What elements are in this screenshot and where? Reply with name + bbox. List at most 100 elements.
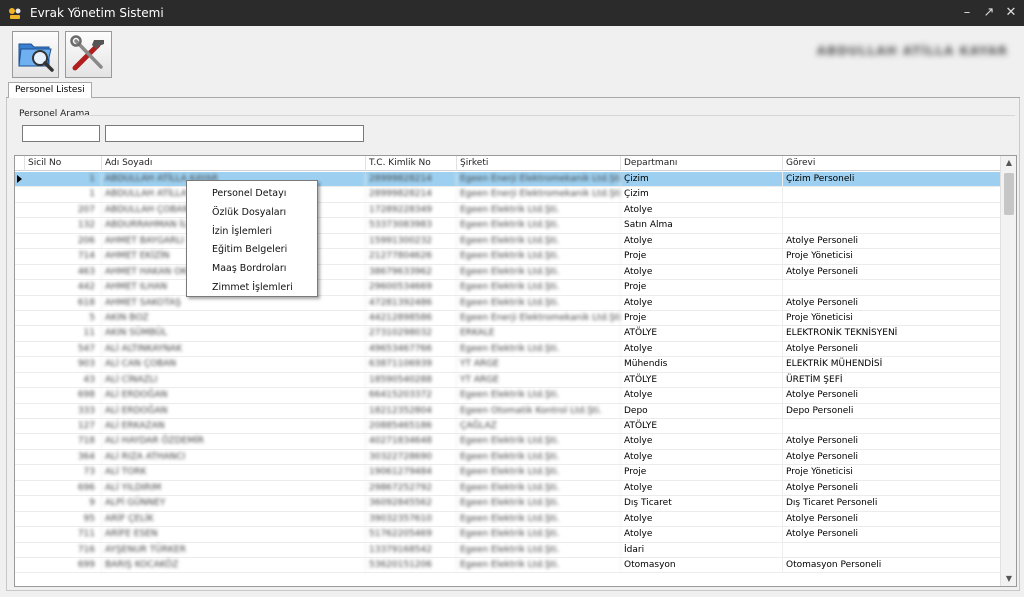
cell-dept[interactable]: Atolye <box>621 233 783 249</box>
cell-gorev[interactable]: ELEKTRİK MÜHENDİSİ <box>783 357 1001 373</box>
cell-ad[interactable]: ALİ RIZA ATHANCI <box>102 449 366 465</box>
cell-sirket[interactable]: Egeen Enerji Elektromekanik Ltd.Şti. <box>457 172 621 187</box>
cell-gorev[interactable] <box>783 419 1001 434</box>
cell-dept[interactable]: Atolye <box>621 434 783 450</box>
cell-sicil[interactable]: 43 <box>25 372 102 388</box>
cell-sirket[interactable]: YT ARGE <box>457 357 621 373</box>
table-row[interactable]: 43 ALİ CİNAZLI 18590540288 YT ARGE ATÖLYE ÜRE… <box>15 372 1001 389</box>
cell-ad[interactable]: ALİ TORK <box>102 465 366 481</box>
cell-sicil[interactable]: 618 <box>25 295 102 311</box>
table-row[interactable]: 11 AKIN SÜMBÜL 27310298032 ERKALE ATÖLYE ELEK… <box>15 326 1001 342</box>
cell-tc[interactable]: 63871106939 <box>366 357 457 373</box>
cell-sirket[interactable]: Egeen Elektrik Ltd.Şti. <box>457 280 621 296</box>
table-row[interactable]: 132 ABDURRAHMAN İLÇİN 53373083983 Egeen Ele… <box>15 218 1001 234</box>
cell-gorev[interactable]: ELEKTRONİK TEKNİSYENİ <box>783 326 1001 342</box>
cell-sicil[interactable]: 207 <box>25 202 102 218</box>
cell-dept[interactable]: Atolye <box>621 264 783 280</box>
cell-dept[interactable]: Otomasyon <box>621 557 783 573</box>
table-row[interactable]: 699 BARIŞ KOCAKÖZ 53620151206 Egeen Elektri… <box>15 557 1001 574</box>
cell-tc[interactable]: 13379168542 <box>366 542 457 558</box>
cell-tc[interactable]: 40271834648 <box>366 434 457 450</box>
cell-gorev[interactable]: Atolye Personeli <box>783 388 1001 404</box>
cell-dept[interactable]: Atolye <box>621 295 783 311</box>
cell-gorev[interactable]: Atolye Personeli <box>783 264 1001 280</box>
cell-sirket[interactable]: Egeen Elektrik Ltd.Şti. <box>457 527 621 543</box>
cell-sicil[interactable]: 463 <box>25 264 102 280</box>
cell-gorev[interactable]: Proje Yöneticisi <box>783 249 1001 265</box>
table-row[interactable]: 1 ABDULLAH ATİLLA KAYAR 28999828214 Egeen E… <box>15 172 1001 188</box>
cell-sicil[interactable]: 1 <box>25 172 102 187</box>
cell-gorev[interactable]: Atolye Personeli <box>783 434 1001 450</box>
cell-sirket[interactable]: Egeen Elektrik Ltd.Şti. <box>457 542 621 558</box>
cell-tc[interactable]: 18590540288 <box>366 372 457 388</box>
table-row[interactable]: 711 ARİFE ESEN 51762205469 Egeen Elektrik L… <box>15 527 1001 543</box>
cell-dept[interactable]: Atolye <box>621 527 783 543</box>
cell-gorev[interactable] <box>783 218 1001 234</box>
maximize-icon[interactable]: ↗ <box>980 4 998 22</box>
table-row[interactable]: 442 AHMET ILHAN 29600534669 Egeen Elektrik … <box>15 280 1001 296</box>
cell-gorev[interactable]: Otomasyon Personeli <box>783 557 1001 573</box>
cell-tc[interactable]: 21277804626 <box>366 249 457 265</box>
cell-ad[interactable]: ALİ CAN ÇOBAN <box>102 357 366 373</box>
cell-sirket[interactable]: Egeen Elektrik Ltd.Şti. <box>457 264 621 280</box>
cell-tc[interactable]: 19061279484 <box>366 465 457 481</box>
table-row[interactable]: 364 ALİ RIZA ATHANCI 30322728690 Egeen Elek… <box>15 449 1001 466</box>
cell-dept[interactable]: Atolye <box>621 341 783 357</box>
scroll-up-icon[interactable]: ▲ <box>1001 156 1016 170</box>
cell-sicil[interactable]: 206 <box>25 233 102 249</box>
close-icon[interactable]: ✕ <box>1002 4 1020 22</box>
cell-tc[interactable]: 36092845562 <box>366 496 457 512</box>
sicil-search-input[interactable] <box>22 125 100 142</box>
cell-dept[interactable]: Çizim <box>621 172 783 187</box>
context-menu-item[interactable]: Eğitim Belgeleri <box>187 241 317 260</box>
personnel-grid[interactable]: Sicil No Adı Soyadı T.C. Kimlik No Şirke… <box>14 155 1017 587</box>
cell-ad[interactable]: AYŞENUR TÜRKER <box>102 542 366 558</box>
cell-sirket[interactable]: Egeen Elektrik Ltd.Şti. <box>457 295 621 311</box>
cell-sicil[interactable]: 5 <box>25 310 102 326</box>
cell-sirket[interactable]: Egeen Elektrik Ltd.Şti. <box>457 388 621 404</box>
cell-dept[interactable]: Çizim <box>621 187 783 203</box>
cell-sirket[interactable]: Egeen Elektrik Ltd.Şti. <box>457 218 621 234</box>
cell-sirket[interactable]: ERKALE <box>457 326 621 342</box>
cell-tc[interactable]: 15991300232 <box>366 233 457 249</box>
cell-gorev[interactable]: Atolye Personeli <box>783 511 1001 527</box>
table-row[interactable]: 463 AHMET HAKAN OKUMUŞ 38679633962 Egeen El… <box>15 264 1001 281</box>
table-row[interactable]: 698 ALİ ERDOĞAN 66415203372 Egeen Elektrik … <box>15 388 1001 404</box>
context-menu-item[interactable]: Personel Detayı <box>187 185 317 204</box>
column-sirketi[interactable]: Şirketi <box>457 156 621 171</box>
cell-dept[interactable]: Proje <box>621 465 783 481</box>
cell-sirket[interactable]: Egeen Elektrik Ltd.Şti. <box>457 496 621 512</box>
cell-sicil[interactable]: 714 <box>25 249 102 265</box>
context-menu-item[interactable]: İzin İşlemleri <box>187 223 317 242</box>
minimize-icon[interactable]: – <box>958 4 976 22</box>
cell-sirket[interactable]: Egeen Enerji Elektromekanik Ltd.Şti. <box>457 310 621 326</box>
cell-tc[interactable]: 49653467766 <box>366 341 457 357</box>
cell-tc[interactable]: 30322728690 <box>366 449 457 465</box>
cell-gorev[interactable]: Depo Personeli <box>783 403 1001 419</box>
cell-gorev[interactable]: Atolye Personeli <box>783 341 1001 357</box>
column-gorevi[interactable]: Görevi <box>783 156 1001 171</box>
cell-dept[interactable]: Dış Ticaret <box>621 496 783 512</box>
cell-ad[interactable]: ALİ YILDIRIM <box>102 480 366 496</box>
cell-dept[interactable]: Depo <box>621 403 783 419</box>
cell-tc[interactable]: 29600534669 <box>366 280 457 296</box>
cell-sicil[interactable]: 696 <box>25 480 102 496</box>
cell-ad[interactable]: ARİF ÇELİK <box>102 511 366 527</box>
cell-tc[interactable]: 53373083983 <box>366 218 457 234</box>
cell-sicil[interactable]: 95 <box>25 511 102 527</box>
cell-tc[interactable]: 39032357610 <box>366 511 457 527</box>
documents-button[interactable] <box>12 31 59 78</box>
cell-sirket[interactable]: Egeen Elektrik Ltd.Şti. <box>457 449 621 465</box>
cell-gorev[interactable]: Atolye Personeli <box>783 480 1001 496</box>
table-row[interactable]: 5 AKIN BOZ 44212898586 Egeen Enerji Elektro… <box>15 310 1001 327</box>
cell-ad[interactable]: ALİ ALTINKAYNAK <box>102 341 366 357</box>
column-sicil-no[interactable]: Sicil No <box>25 156 102 171</box>
table-row[interactable]: 716 AYŞENUR TÜRKER 13379168542 Egeen Elektr… <box>15 542 1001 558</box>
cell-tc[interactable]: 53620151206 <box>366 557 457 573</box>
cell-sicil[interactable]: 903 <box>25 357 102 373</box>
cell-gorev[interactable] <box>783 542 1001 558</box>
cell-gorev[interactable]: ÜRETİM ŞEFİ <box>783 372 1001 388</box>
column-tc-kimlik[interactable]: T.C. Kimlik No <box>366 156 457 171</box>
cell-tc[interactable]: 20885465186 <box>366 419 457 434</box>
table-row[interactable]: 207 ABDULLAH ÇOBAN 17289228349 Egeen Elektr… <box>15 202 1001 219</box>
